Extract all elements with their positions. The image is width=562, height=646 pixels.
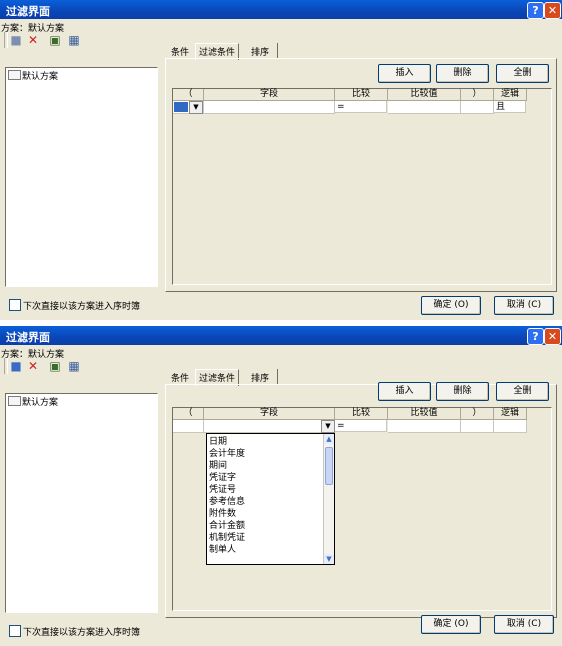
title-bar: 过滤界面 ? ✕ [0, 326, 562, 345]
col-field: 字段 [204, 89, 335, 101]
cell-field-combo[interactable]: ▼ [204, 420, 335, 433]
delete-row-button[interactable]: 删除 [436, 382, 489, 401]
tab-conditions[interactable]: 条件 [171, 45, 189, 58]
close-button[interactable]: ✕ [544, 328, 561, 345]
col-close-paren: ） [461, 89, 494, 101]
col-logic: 逻辑 [494, 408, 527, 420]
tab-sort[interactable]: 排序 [251, 371, 269, 384]
cell-open-paren[interactable]: ▼ [173, 101, 204, 114]
cell-logic[interactable]: 且 [494, 101, 526, 113]
col-compare: 比较 [335, 89, 388, 101]
delete-icon[interactable]: ✕ [26, 359, 40, 373]
window-title: 过滤界面 [6, 5, 50, 18]
cell-logic[interactable] [494, 420, 527, 433]
tab-divider [277, 369, 278, 384]
tree-item-label: 默认方案 [22, 398, 59, 408]
direct-enter-checkbox[interactable] [9, 625, 21, 637]
tree-item-label: 默认方案 [22, 72, 59, 82]
window-title: 过滤界面 [6, 331, 50, 344]
tree-item-default-scheme[interactable]: 默认方案 [8, 395, 58, 408]
cell-close-paren[interactable] [461, 101, 494, 114]
table-icon[interactable]: ▦ [67, 359, 81, 373]
dropdown-option[interactable]: 日期 [209, 437, 227, 447]
confirm-button[interactable]: 确定 (O) [421, 615, 481, 634]
confirm-button[interactable]: 确定 (O) [421, 296, 481, 315]
direct-enter-checkbox[interactable] [9, 299, 21, 311]
col-open-paren: （ [173, 89, 204, 101]
scroll-thumb[interactable] [325, 447, 333, 485]
cell-compare[interactable]: = [335, 101, 387, 113]
copy-icon[interactable]: ▣ [48, 359, 62, 373]
col-field: 字段 [204, 408, 335, 420]
dropdown-option[interactable]: 会计年度 [209, 449, 245, 459]
close-button[interactable]: ✕ [544, 2, 561, 19]
col-compare: 比较 [335, 408, 388, 420]
cell-compare-value[interactable] [388, 101, 461, 114]
scheme-tree[interactable]: 默认方案 [5, 393, 158, 613]
chevron-down-icon[interactable]: ▼ [321, 420, 335, 433]
cell-close-paren[interactable] [461, 420, 494, 433]
scroll-up-icon[interactable]: ▲ [324, 434, 334, 444]
delete-row-button[interactable]: 删除 [436, 64, 489, 83]
help-button[interactable]: ? [527, 2, 544, 19]
selected-cell-highlight [174, 102, 188, 112]
dropdown-option[interactable]: 凭证字 [209, 473, 236, 483]
tree-item-default-scheme[interactable]: 默认方案 [8, 69, 58, 82]
col-compare-value: 比较值 [388, 89, 461, 101]
dropdown-option[interactable]: 制单人 [209, 545, 236, 555]
col-open-paren: （ [173, 408, 204, 420]
toolbar-separator [4, 32, 8, 48]
condition-grid[interactable]: （ 字段 比较 比较值 ） 逻辑 ▼ = 且 [172, 88, 552, 285]
filter-dialog-window-1: 过滤界面 ? ✕ 方案：默认方案 ■ ✕ ▣ ▦ 默认方案 下次直接以该方案进入… [0, 0, 562, 320]
dropdown-option[interactable]: 参考信息 [209, 497, 245, 507]
tab-conditions[interactable]: 条件 [171, 371, 189, 384]
chevron-down-icon[interactable]: ▼ [189, 101, 203, 114]
direct-enter-label: 下次直接以该方案进入序时簿 [23, 628, 141, 638]
dropdown-option[interactable]: 凭证号 [209, 485, 236, 495]
copy-icon[interactable]: ▣ [48, 33, 62, 47]
cancel-button[interactable]: 取消 (C) [494, 296, 554, 315]
folder-icon [8, 396, 21, 406]
dropdown-option[interactable]: 合计金额 [209, 521, 245, 531]
tab-divider [277, 43, 278, 58]
col-close-paren: ） [461, 408, 494, 420]
delete-all-button[interactable]: 全删 [496, 382, 549, 401]
toolbar-separator [4, 358, 8, 374]
insert-button[interactable]: 插入 [378, 382, 431, 401]
cell-open-paren[interactable] [173, 420, 204, 433]
col-compare-value: 比较值 [388, 408, 461, 420]
insert-button[interactable]: 插入 [378, 64, 431, 83]
cell-field[interactable] [204, 101, 335, 114]
help-button[interactable]: ? [527, 328, 544, 345]
title-bar: 过滤界面 ? ✕ [0, 0, 562, 19]
dropdown-option[interactable]: 附件数 [209, 509, 236, 519]
folder-icon [8, 70, 21, 80]
table-icon[interactable]: ▦ [67, 33, 81, 47]
scroll-down-icon[interactable]: ▼ [324, 554, 334, 564]
dropdown-option[interactable]: 期间 [209, 461, 227, 471]
scheme-tree[interactable]: 默认方案 [5, 67, 158, 287]
dropdown-option[interactable]: 机制凭证 [209, 533, 245, 543]
save-icon[interactable]: ■ [9, 33, 23, 47]
tab-sort[interactable]: 排序 [251, 45, 269, 58]
delete-all-button[interactable]: 全删 [496, 64, 549, 83]
direct-enter-label: 下次直接以该方案进入序时簿 [23, 302, 141, 312]
cancel-button[interactable]: 取消 (C) [494, 615, 554, 634]
field-dropdown-list[interactable]: 日期 会计年度 期间 凭证字 凭证号 参考信息 附件数 合计金额 机制凭证 制单… [206, 433, 335, 565]
cell-compare[interactable]: = [335, 420, 387, 432]
dropdown-scrollbar[interactable]: ▲ ▼ [323, 434, 334, 564]
cell-compare-value[interactable] [388, 420, 461, 433]
col-logic: 逻辑 [494, 89, 527, 101]
save-icon[interactable]: ■ [9, 359, 23, 373]
delete-icon[interactable]: ✕ [26, 33, 40, 47]
